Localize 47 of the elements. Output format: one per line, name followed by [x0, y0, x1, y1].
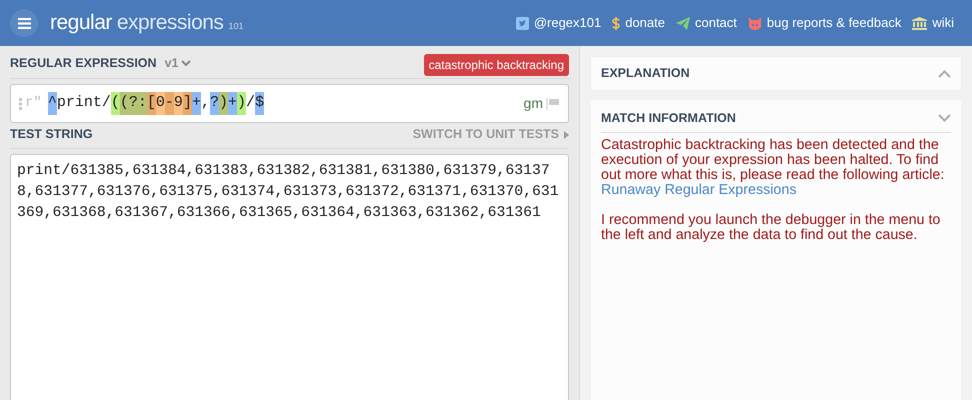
flag-icon[interactable]: [546, 98, 560, 110]
header-link[interactable]: contact: [694, 13, 737, 33]
error-message: Catastrophic backtracking has been detected and the execution of your expression has been halted. To find out more what this is, please read the following article: Runaway Regular Expressions: [601, 138, 946, 198]
delimiter: r": [25, 94, 42, 113]
logo-version: 101: [228, 20, 244, 34]
header-link[interactable]: wiki: [932, 13, 954, 33]
regex-token: ^: [48, 92, 57, 115]
menu-icon: [18, 18, 30, 28]
regex-field[interactable]: r" ^print/((?:[0-9]+,?)+)/$ gm: [10, 84, 569, 123]
cat-face-icon: [748, 16, 762, 30]
header-link[interactable]: bug reports & feedback: [766, 13, 902, 33]
advice-message: I recommend you launch the debugger in the menu to the left and analyze the data to find out the cause.: [601, 212, 942, 243]
article-link[interactable]: Runaway Regular Expressions: [601, 182, 796, 198]
regex-token: ): [219, 92, 228, 115]
switch-unit-tests-button[interactable]: SWITCH TO UNIT TESTS: [412, 125, 569, 144]
drag-handle-icon: [19, 98, 22, 110]
header-link[interactable]: @regex101: [534, 13, 602, 33]
regex-token: /: [246, 93, 256, 114]
regex-token: ): [237, 92, 246, 115]
section-title: TEST STRING: [10, 126, 93, 144]
caret-right-icon: [564, 130, 569, 139]
flags[interactable]: gm: [524, 93, 543, 114]
chevron-down-icon[interactable]: [938, 114, 951, 122]
logo-text: regular: [50, 10, 112, 36]
regex-token: ?: [210, 92, 219, 115]
chevron-up-icon[interactable]: [938, 70, 951, 78]
version-dropdown[interactable]: v1: [164, 54, 192, 73]
error-badge: catastrophic backtracking: [424, 54, 569, 76]
section-title: REGULAR EXPRESSION: [10, 55, 157, 72]
regex-token: (: [110, 92, 120, 115]
caret-icon: [181, 60, 192, 68]
panel-title: MATCH INFORMATION: [601, 110, 736, 127]
dollar-icon: [612, 16, 620, 30]
regex-token: (?:: [120, 92, 147, 115]
bank-building-icon: [912, 16, 928, 30]
regex-token: ,: [200, 93, 210, 114]
logo-text: expressions: [116, 10, 224, 36]
panel-title: EXPLANATION: [601, 65, 690, 82]
regex-token: $: [255, 92, 264, 115]
regex-token: +: [228, 92, 238, 115]
header-link[interactable]: donate: [625, 13, 665, 33]
menu-button[interactable]: [10, 9, 38, 37]
bird-icon: [516, 16, 529, 30]
test-string-text: print/631385,631384,631383,631382,631381,631380,631379,631378,631377,631376,631375,631374,631373,631372,631371,631370,631369,631368,631367,631366,631365,631364,631363,631362,631361: [17, 162, 560, 223]
test-string-field[interactable]: print/631385,631384,631383,631382,631381,631380,631379,631378,631377,631376,631375,631374,631373,631372,631371,631370,631369,631368,631367,631366,631365,631364,631363,631362,631361: [10, 154, 569, 400]
paper-plane-icon: [676, 16, 690, 30]
regex-token: print/: [56, 93, 111, 114]
